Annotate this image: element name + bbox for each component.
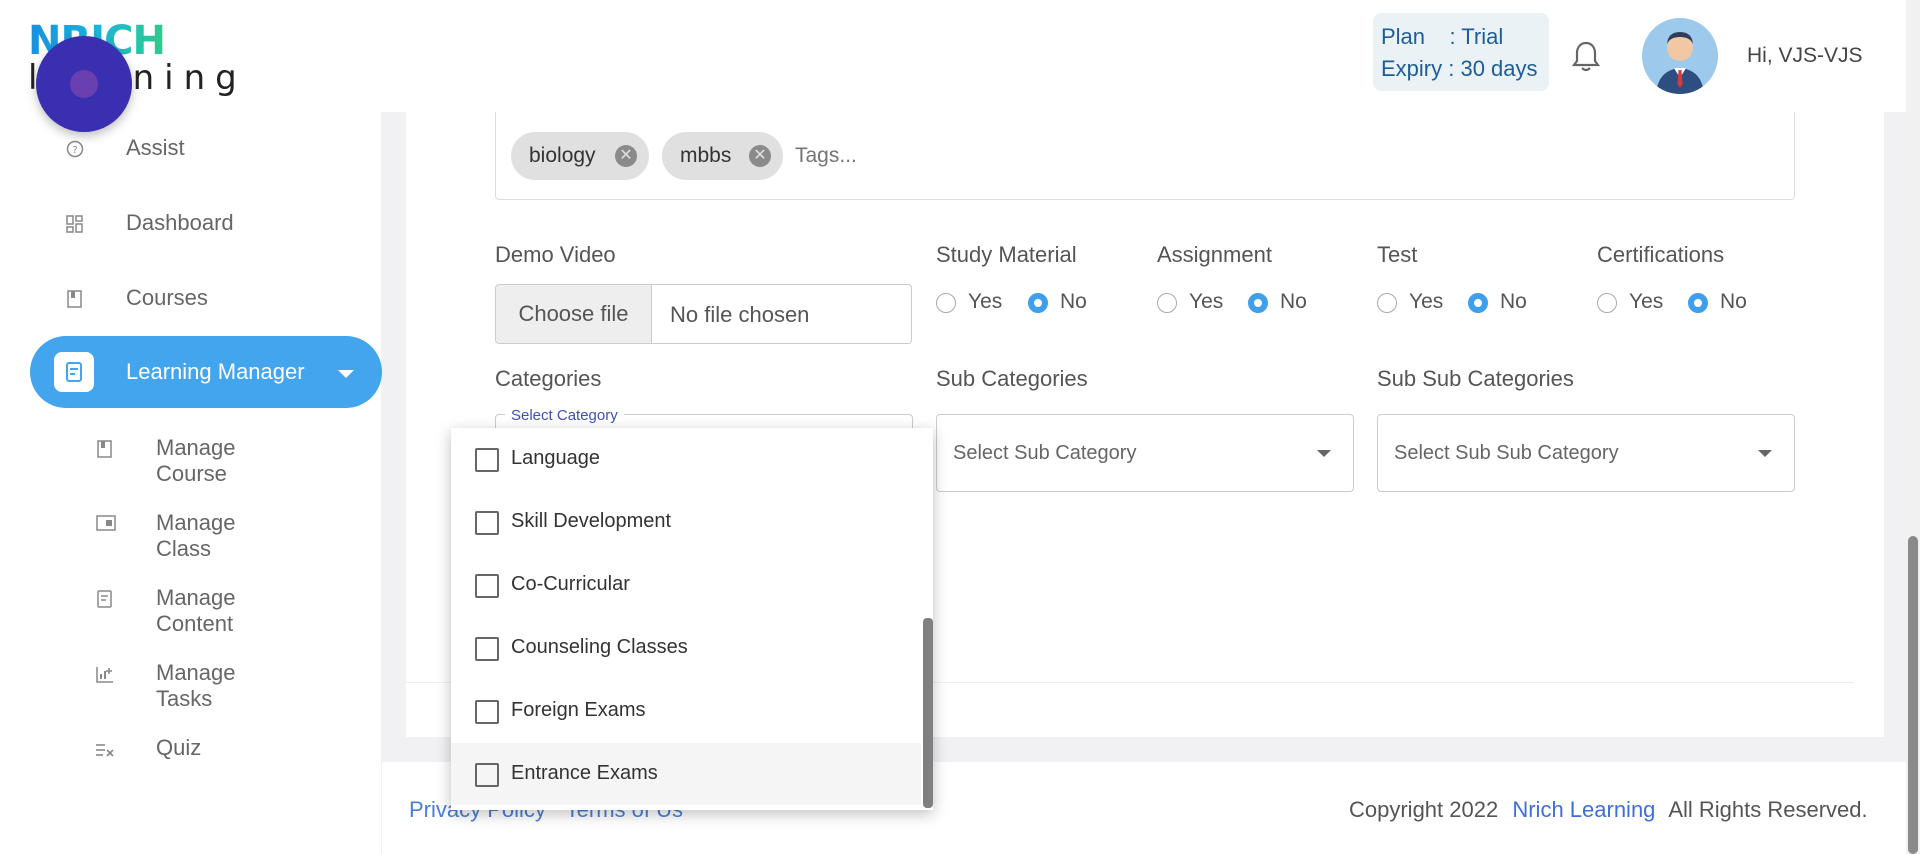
- certifications-no-radio[interactable]: [1688, 293, 1708, 313]
- assignment-yes-radio[interactable]: [1157, 293, 1177, 313]
- book-icon: [97, 438, 113, 464]
- sidebar-item-label: Manage Class: [156, 510, 236, 561]
- brand-link[interactable]: Nrich Learning: [1512, 797, 1655, 822]
- top-header: NRICH learning Plan : Trial Expiry : 30 …: [0, 0, 1906, 112]
- user-greeting[interactable]: Hi, VJS-VJS: [1747, 44, 1863, 68]
- help-icon: ?: [66, 138, 84, 164]
- chevron-down-icon: [1758, 450, 1772, 457]
- sidebar-item-label: Dashboard: [126, 210, 234, 235]
- sidebar-item-label: Manage Course: [156, 435, 236, 486]
- book-icon: [67, 288, 83, 314]
- copyright: Copyright 2022 Nrich Learning All Rights…: [1349, 797, 1868, 823]
- radio-label: No: [1500, 290, 1527, 313]
- option-label: Counseling Classes: [511, 636, 688, 658]
- sidebar: ? Assist Dashboard Courses Learning Mana…: [0, 112, 382, 854]
- test-no-radio[interactable]: [1468, 293, 1488, 313]
- chart-add-icon: [96, 663, 114, 689]
- checkbox[interactable]: [475, 700, 499, 724]
- sub-categories-label: Sub Categories: [936, 366, 1088, 391]
- tag-chip-label: mbbs: [680, 144, 732, 167]
- expiry-text: Expiry : 30 days: [1381, 56, 1538, 81]
- dropdown-option[interactable]: Foreign Exams: [451, 680, 921, 742]
- tag-chip: mbbs ✕: [662, 132, 783, 180]
- checkbox[interactable]: [475, 763, 499, 787]
- dashboard-icon: [66, 213, 84, 239]
- demo-video-label: Demo Video: [495, 242, 616, 267]
- radio-label: No: [1060, 290, 1087, 313]
- close-icon[interactable]: ✕: [749, 145, 771, 167]
- tag-chip: biology ✕: [511, 132, 649, 180]
- category-dropdown: Language Skill Development Co-Curricular…: [451, 428, 933, 810]
- chevron-down-icon[interactable]: [338, 370, 354, 378]
- bell-icon[interactable]: [1571, 40, 1601, 72]
- document-icon: [97, 588, 113, 614]
- study-material-label: Study Material: [936, 242, 1077, 267]
- certifications-yes-radio[interactable]: [1597, 293, 1617, 313]
- select-placeholder: Select Sub Sub Category: [1394, 442, 1619, 464]
- radio-label: Yes: [1189, 290, 1224, 313]
- cast-icon: [96, 513, 116, 539]
- checkbox[interactable]: [475, 511, 499, 535]
- sub-sub-category-select[interactable]: Select Sub Sub Category: [1377, 414, 1795, 492]
- study-material-no-radio[interactable]: [1028, 293, 1048, 313]
- test-label: Test: [1377, 242, 1418, 267]
- radio-label: Yes: [968, 290, 1003, 313]
- sidebar-item-label: Learning Manager: [126, 359, 305, 384]
- sidebar-item-learning-manager[interactable]: Learning Manager: [30, 336, 382, 408]
- study-material-yes-radio[interactable]: [936, 293, 956, 313]
- radio-label: Yes: [1629, 290, 1664, 313]
- document-icon: [54, 352, 94, 392]
- chevron-down-icon: [1317, 450, 1331, 457]
- dropdown-option[interactable]: Entrance Exams: [451, 743, 921, 805]
- sidebar-item-label: Manage Content: [156, 585, 236, 636]
- close-icon[interactable]: ✕: [615, 145, 637, 167]
- option-label: Foreign Exams: [511, 699, 646, 721]
- file-input[interactable]: Choose file No file chosen: [495, 284, 912, 344]
- svg-text:?: ?: [72, 145, 77, 156]
- sidebar-item-label: Courses: [126, 285, 208, 310]
- choose-file-button[interactable]: Choose file: [496, 285, 652, 343]
- tags-input[interactable]: [795, 144, 1095, 168]
- list-check-icon: [95, 738, 115, 764]
- option-label: Skill Development: [511, 510, 672, 532]
- select-placeholder: Select Sub Category: [953, 442, 1137, 464]
- checkbox[interactable]: [475, 574, 499, 598]
- copyright-suffix: All Rights Reserved.: [1668, 797, 1868, 822]
- assignment-label: Assignment: [1157, 242, 1272, 267]
- page-scrollbar-thumb[interactable]: [1908, 536, 1918, 854]
- plan-text: Plan : Trial: [1381, 24, 1504, 49]
- checkbox[interactable]: [475, 448, 499, 472]
- sub-sub-categories-label: Sub Sub Categories: [1377, 366, 1574, 391]
- sidebar-item-label: Quiz: [156, 735, 202, 760]
- tag-chip-label: biology: [529, 144, 596, 167]
- radio-label: Yes: [1409, 290, 1444, 313]
- test-yes-radio[interactable]: [1377, 293, 1397, 313]
- certifications-label: Certifications: [1597, 242, 1725, 267]
- file-status: No file chosen: [670, 302, 810, 327]
- option-label: Entrance Exams: [511, 762, 658, 784]
- radio-label: No: [1280, 290, 1307, 313]
- category-floating-label: Select Category: [505, 407, 624, 424]
- radio-label: No: [1720, 290, 1747, 313]
- option-label: Language: [511, 447, 600, 469]
- dropdown-scrollbar[interactable]: [923, 618, 933, 808]
- dropdown-option[interactable]: Counseling Classes: [451, 617, 921, 679]
- dropdown-option[interactable]: Language: [451, 428, 921, 490]
- copyright-prefix: Copyright 2022: [1349, 797, 1499, 822]
- sidebar-item-label: Manage Tasks: [156, 660, 236, 711]
- avatar[interactable]: [1642, 18, 1718, 94]
- dropdown-option[interactable]: Skill Development: [451, 491, 921, 553]
- sidebar-item-label: Assist: [126, 135, 185, 160]
- sub-category-select[interactable]: Select Sub Category: [936, 414, 1354, 492]
- floating-action-button[interactable]: [36, 36, 132, 132]
- plan-info-box: Plan : Trial Expiry : 30 days: [1373, 13, 1549, 91]
- checkbox[interactable]: [475, 637, 499, 661]
- assignment-no-radio[interactable]: [1248, 293, 1268, 313]
- categories-label: Categories: [495, 366, 602, 391]
- dropdown-option[interactable]: Co-Curricular: [451, 554, 921, 616]
- fab-dot-icon: [70, 70, 98, 98]
- option-label: Co-Curricular: [511, 573, 630, 595]
